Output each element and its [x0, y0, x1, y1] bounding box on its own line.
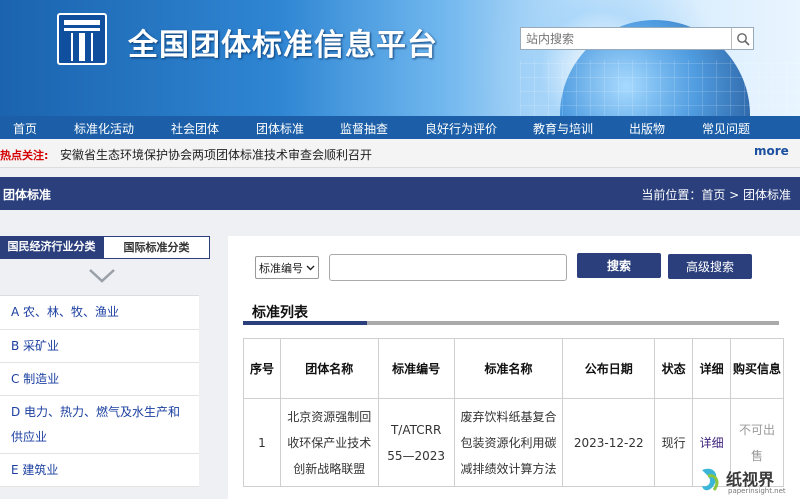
column-header-date: 公布日期 — [562, 338, 656, 399]
standard-search-input[interactable] — [329, 254, 567, 281]
hot-news-bar: 热点关注: 安徽省生态环境保护协会两项团体标准技术审查会顺利召开 more — [0, 139, 800, 168]
site-search — [520, 27, 754, 50]
category-list: A 农、林、牧、渔业 B 采矿业 C 制造业 D 电力、热力、燃气及水生产和供应… — [0, 295, 199, 487]
nav-good-conduct[interactable]: 良好行为评价 — [425, 120, 497, 137]
nav-social-groups[interactable]: 社会团体 — [171, 120, 219, 137]
category-item-d[interactable]: D 电力、热力、燃气及水生产和供应业 — [0, 396, 199, 454]
column-header-status: 状态 — [654, 338, 694, 399]
column-header-code: 标准编号 — [377, 338, 455, 399]
column-header-detail: 详细 — [692, 338, 732, 399]
nav-home[interactable]: 首页 — [13, 120, 37, 137]
list-title: 标准列表 — [252, 305, 308, 321]
watermark: 纸视界 paperinsight.net — [698, 464, 798, 498]
table-header-row: 序号 团体名称 标准编号 标准名称 公布日期 状态 详细 购买信息 — [243, 338, 784, 399]
tab-industry-classification[interactable]: 国民经济行业分类 — [0, 236, 103, 259]
site-search-input[interactable] — [521, 28, 731, 49]
cell-date: 2023-12-22 — [562, 398, 656, 487]
column-header-purchase: 购买信息 — [730, 338, 784, 399]
tab-international-classification[interactable]: 国际标准分类 — [103, 236, 210, 259]
cell-index: 1 — [243, 398, 281, 487]
chevron-down-icon — [306, 265, 315, 271]
column-header-name: 标准名称 — [453, 338, 564, 399]
section-header: 团体标准 当前位置：首页 > 团体标准 — [0, 177, 800, 210]
nav-faq[interactable]: 常见问题 — [702, 120, 750, 137]
nav-supervision[interactable]: 监督抽查 — [340, 120, 388, 137]
cell-name: 废弃饮料纸基复合包装资源化利用碳减排绩效计算方法 — [453, 398, 564, 487]
search-field-select[interactable]: 标准编号 — [255, 256, 319, 279]
column-header-index: 序号 — [243, 338, 281, 399]
standards-panel: 标准编号 搜索 高级搜索 标准列表 序号 团体名称 标准编号 标准名称 公布日期… — [228, 236, 800, 499]
banner-grid — [520, 60, 800, 116]
search-field-select-value: 标准编号 — [259, 261, 303, 275]
advanced-search-button[interactable]: 高级搜索 — [668, 254, 752, 279]
search-button[interactable]: 搜索 — [577, 253, 661, 278]
nav-group-standards[interactable]: 团体标准 — [256, 120, 304, 137]
category-item-c[interactable]: C 制造业 — [0, 363, 199, 396]
nav-standardization-activities[interactable]: 标准化活动 — [74, 120, 134, 137]
main-nav: 首页 标准化活动 社会团体 团体标准 监督抽查 良好行为评价 教育与培训 出版物… — [0, 116, 800, 139]
site-logo-icon[interactable] — [57, 13, 107, 65]
category-tabs: 国民经济行业分类 国际标准分类 — [0, 236, 210, 259]
more-link[interactable]: more — [754, 144, 789, 158]
nav-education[interactable]: 教育与培训 — [533, 120, 593, 137]
column-header-org: 团体名称 — [279, 338, 379, 399]
cell-status: 现行 — [654, 398, 694, 487]
category-item-b[interactable]: B 采矿业 — [0, 330, 199, 363]
header-banner: 全国团体标准信息平台 — [0, 0, 800, 116]
hot-news-link[interactable]: 安徽省生态环境保护协会两项团体标准技术审查会顺利召开 — [60, 146, 372, 163]
nav-publications[interactable]: 出版物 — [629, 120, 665, 137]
search-icon[interactable] — [731, 28, 753, 49]
list-title-rule — [243, 321, 779, 325]
cell-code: T/ATCRR 55—2023 — [377, 398, 455, 487]
breadcrumb: 当前位置：首页 > 团体标准 — [641, 188, 791, 202]
section-title: 团体标准 — [3, 188, 52, 202]
site-title: 全国团体标准信息平台 — [128, 29, 438, 62]
chevron-down-icon — [89, 269, 115, 283]
hot-news-label: 热点关注: — [0, 149, 49, 162]
category-panel: 国民经济行业分类 国际标准分类 A 农、林、牧、渔业 B 采矿业 C 制造业 D… — [0, 236, 210, 499]
cell-org: 北京资源强制回收环保产业技术创新战略联盟 — [279, 398, 379, 487]
watermark-url: paperinsight.net — [728, 487, 786, 495]
category-item-e[interactable]: E 建筑业 — [0, 454, 199, 487]
category-item-a[interactable]: A 农、林、牧、渔业 — [0, 296, 199, 330]
